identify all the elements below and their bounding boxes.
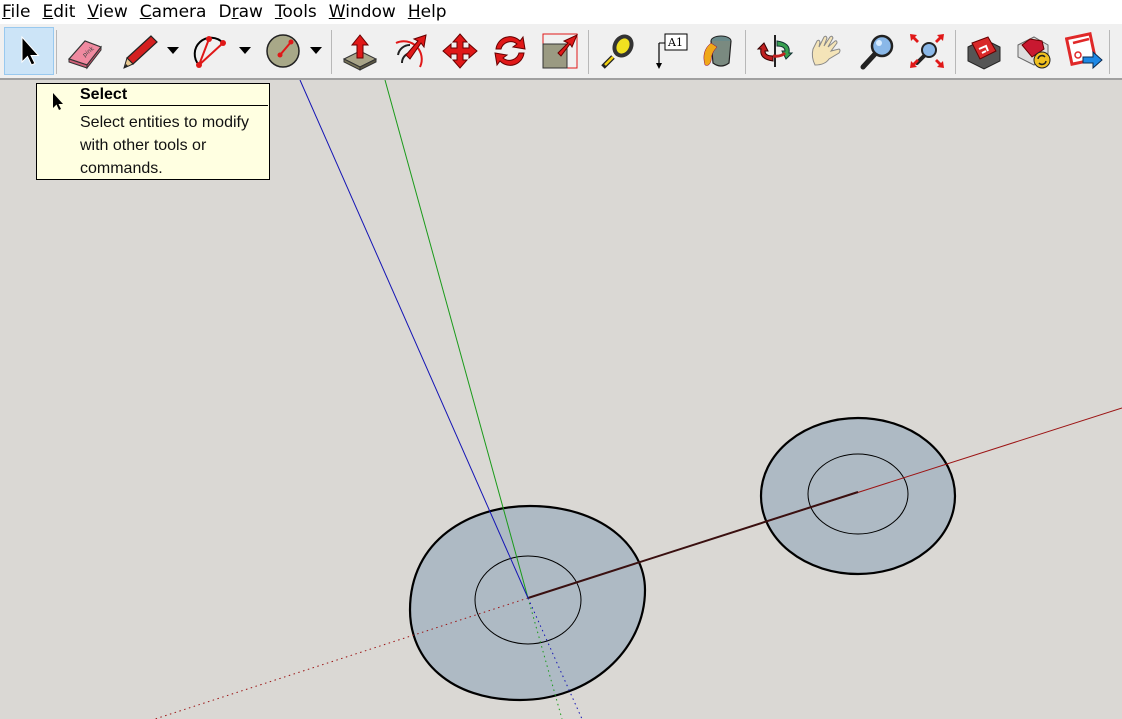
magnifier-icon bbox=[860, 34, 894, 70]
menu-camera[interactable]: Camera bbox=[140, 2, 213, 22]
rotate-tool-button[interactable] bbox=[487, 28, 533, 74]
chevron-down-icon bbox=[239, 47, 251, 54]
move-icon bbox=[442, 33, 478, 69]
chevron-down-icon bbox=[167, 47, 179, 54]
toolbar-separator bbox=[955, 30, 956, 74]
extension-manager-button[interactable] bbox=[1011, 28, 1057, 74]
eraser-tool-button[interactable]: pink bbox=[62, 28, 108, 74]
orbit-tool-button[interactable] bbox=[752, 28, 798, 74]
extension-warehouse-button[interactable] bbox=[1062, 28, 1108, 74]
arrow-cursor-icon bbox=[53, 93, 63, 110]
arc-tool-button[interactable] bbox=[188, 28, 234, 74]
pencil-icon bbox=[123, 35, 158, 69]
scale-icon bbox=[542, 33, 578, 69]
arrow-cursor-icon bbox=[21, 35, 40, 66]
rotate-icon bbox=[494, 35, 526, 67]
warehouse-icon bbox=[967, 36, 1001, 70]
menu-view[interactable]: View bbox=[87, 2, 133, 22]
text-tool-label: A1 bbox=[667, 36, 683, 49]
paint-bucket-icon bbox=[703, 35, 732, 67]
text-label-icon: A1 bbox=[656, 33, 688, 69]
toolbar-separator bbox=[745, 30, 746, 74]
text-tool-button[interactable]: A1 bbox=[648, 28, 694, 74]
move-tool-button[interactable] bbox=[437, 28, 483, 74]
menu-edit[interactable]: Edit bbox=[42, 2, 81, 22]
menu-window[interactable]: Window bbox=[329, 2, 402, 22]
zoom-tool-button[interactable] bbox=[854, 28, 900, 74]
outer-circle-face[interactable] bbox=[759, 416, 957, 576]
chevron-down-icon bbox=[310, 47, 322, 54]
toolbar-separator bbox=[331, 30, 332, 74]
tooltip-body: Select entities to modify with other too… bbox=[80, 111, 268, 180]
push-pull-tool-button[interactable] bbox=[337, 28, 383, 74]
eraser-icon: pink bbox=[67, 40, 102, 70]
tape-measure-icon bbox=[601, 34, 634, 69]
circle-icon bbox=[266, 34, 300, 68]
toolbar-separator bbox=[56, 30, 57, 74]
push-pull-icon bbox=[342, 34, 378, 71]
arc-icon bbox=[193, 36, 226, 68]
zoom-extents-tool-button[interactable] bbox=[904, 28, 950, 74]
extension-warehouse-icon bbox=[1065, 32, 1103, 70]
menu-draw[interactable]: Draw bbox=[218, 2, 268, 22]
line-tool-dropdown[interactable] bbox=[166, 44, 180, 58]
3d-warehouse-button[interactable] bbox=[961, 28, 1007, 74]
tooltip-line: Select entities to modify bbox=[80, 114, 249, 131]
select-tool-button[interactable] bbox=[4, 27, 54, 75]
tooltip-line: with other tools or bbox=[80, 137, 207, 154]
toolbar-separator bbox=[588, 30, 589, 74]
circle-tool-button[interactable] bbox=[260, 28, 306, 74]
ring-on-red-axis[interactable] bbox=[759, 416, 957, 576]
menu-tools[interactable]: Tools bbox=[275, 2, 323, 22]
line-tool-button[interactable] bbox=[118, 28, 164, 74]
hand-icon bbox=[811, 35, 841, 66]
arc-tool-dropdown[interactable] bbox=[238, 44, 252, 58]
tooltip-title: Select bbox=[80, 86, 268, 106]
zoom-extents-icon bbox=[910, 34, 944, 68]
menu-help[interactable]: Help bbox=[408, 2, 453, 22]
scale-tool-button[interactable] bbox=[537, 28, 583, 74]
follow-me-icon bbox=[395, 34, 427, 68]
tooltip-line: commands. bbox=[80, 160, 163, 177]
circle-tool-dropdown[interactable] bbox=[309, 44, 323, 58]
menu-bar: File Edit View Camera Draw Tools Window … bbox=[0, 0, 1122, 24]
tape-measure-tool-button[interactable] bbox=[596, 28, 642, 74]
paint-bucket-tool-button[interactable] bbox=[694, 28, 740, 74]
toolbar-separator bbox=[1109, 30, 1110, 74]
select-tool-tooltip: Select Select entities to modify with ot… bbox=[36, 83, 270, 180]
extension-manager-icon bbox=[1017, 36, 1051, 69]
orbit-icon bbox=[756, 35, 794, 67]
follow-me-tool-button[interactable] bbox=[387, 28, 433, 74]
menu-file[interactable]: File bbox=[0, 2, 36, 22]
toolbar: pink A1 bbox=[0, 24, 1122, 80]
pan-tool-button[interactable] bbox=[804, 28, 850, 74]
